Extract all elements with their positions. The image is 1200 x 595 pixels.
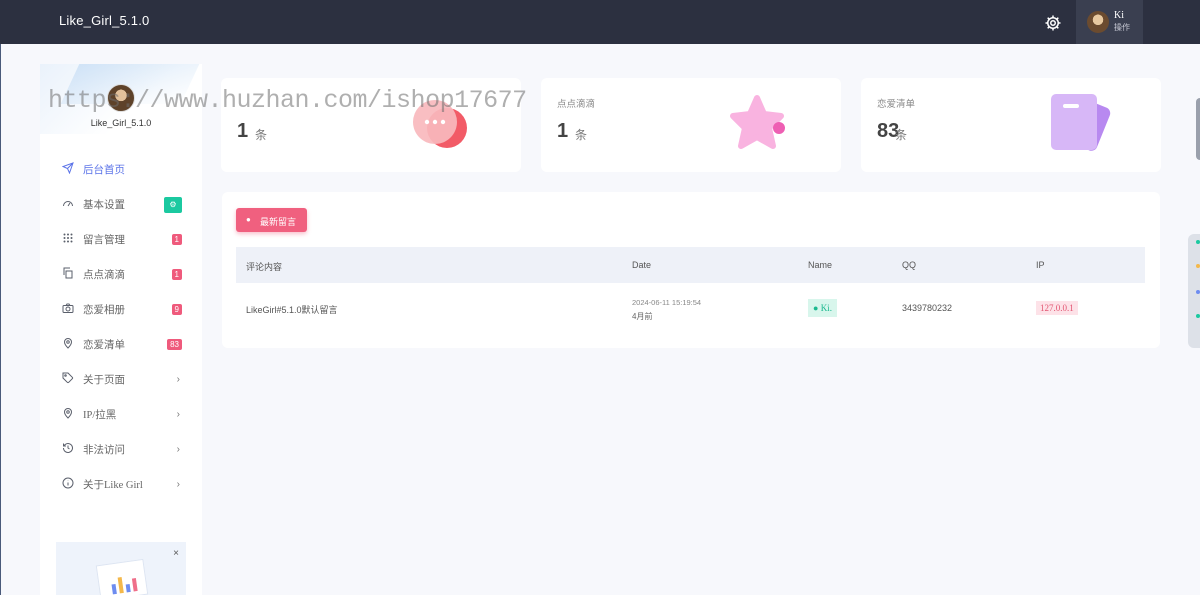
camera-icon — [62, 303, 74, 313]
grid-icon — [63, 233, 73, 243]
sidebar-menu: 后台首页 基本设置 ⚙ 留言管理 1 点点滴滴 1 恋爱相册 9 恋爱清单 83 — [40, 152, 202, 502]
stat-card-love-list[interactable]: 恋爱清单 83 条 — [861, 78, 1161, 172]
count-badge: 1 — [171, 269, 182, 280]
message-qq: 3439780232 — [902, 303, 953, 313]
column-header-ip: IP — [1036, 260, 1045, 270]
button-label: 最新留言 — [260, 217, 297, 227]
latest-messages-button[interactable]: ● 最新留言 — [236, 208, 307, 232]
side-drawer-tab[interactable] — [1196, 98, 1200, 160]
author-name: Ki. — [820, 303, 832, 313]
column-header-name: Name — [808, 260, 833, 270]
user-name: Ki — [1114, 10, 1124, 21]
side-toolbar[interactable] — [1188, 234, 1200, 348]
stat-unit: 条 — [255, 128, 268, 142]
sidebar-item-label: 非法访问 — [83, 445, 125, 456]
gear-icon[interactable] — [1044, 14, 1062, 32]
stat-label: 点点滴滴 — [557, 100, 596, 110]
chart-illustration-icon — [95, 558, 149, 595]
sidebar-item-label: 点点滴滴 — [83, 270, 125, 281]
chevron-right-icon: › — [176, 374, 180, 385]
message-author-tag[interactable]: ● Ki. — [808, 299, 837, 317]
sidebar-item-label: 恋爱相册 — [83, 305, 125, 316]
message-ip-tag: 127.0.0.1 — [1036, 301, 1078, 315]
message-relative-time: 4月前 — [632, 312, 653, 321]
message-date: 2024-06-11 15:19:54 — [632, 298, 702, 307]
user-role: 操作 — [1114, 23, 1130, 32]
sidebar-item-love-list[interactable]: 恋爱清单 83 — [40, 327, 202, 362]
copy-icon — [63, 267, 73, 279]
stat-value: 1 — [237, 120, 249, 142]
sidebar-item-label: 基本设置 — [83, 200, 125, 211]
chevron-right-icon: › — [176, 444, 180, 455]
chevron-right-icon: › — [176, 479, 180, 490]
user-menu[interactable]: Ki 操作 — [1076, 0, 1143, 44]
stat-unit: 条 — [895, 128, 908, 142]
sidebar-item-about-like-girl[interactable]: 关于Like Girl › — [40, 467, 202, 502]
message-content: LikeGirl#5.1.0默认留言 — [246, 305, 338, 315]
sidebar-item-messages[interactable]: 留言管理 1 — [40, 222, 202, 257]
stat-unit: 条 — [575, 128, 588, 142]
settings-badge: ⚙ — [164, 196, 182, 213]
table-row[interactable]: LikeGirl#5.1.0默认留言 2024-06-11 15:19:54 4… — [236, 283, 1145, 335]
sidebar-item-basic-settings[interactable]: 基本设置 ⚙ — [40, 187, 202, 222]
latest-messages-panel: ● 最新留言 评论内容 Date Name QQ IP LikeGirl#5.1… — [222, 192, 1160, 348]
sidebar-item-album[interactable]: 恋爱相册 9 — [40, 292, 202, 327]
frame-border — [0, 44, 1, 595]
sidebar-item-label: 恋爱清单 — [83, 340, 125, 351]
sidebar-item-dashboard[interactable]: 后台首页 — [40, 152, 202, 187]
sidebar-item-ip-block[interactable]: IP/拉黑 › — [40, 397, 202, 432]
sidebar: Like_Girl_5.1.0 后台首页 基本设置 ⚙ 留言管理 1 点点滴滴 … — [40, 64, 202, 595]
send-icon — [62, 162, 74, 174]
tag-icon — [62, 372, 74, 384]
table-header: 评论内容 Date Name QQ IP — [236, 247, 1145, 283]
stat-label: 恋爱清单 — [877, 100, 916, 110]
star-icon — [730, 95, 785, 149]
count-badge: 83 — [167, 339, 182, 350]
close-icon[interactable]: × — [173, 548, 179, 559]
sidebar-item-illegal-access[interactable]: 非法访问 › — [40, 432, 202, 467]
info-icon — [62, 477, 74, 489]
avatar — [1087, 11, 1109, 33]
sidebar-site-name: Like_Girl_5.1.0 — [90, 118, 152, 128]
history-icon — [63, 443, 73, 453]
stat-card-moments[interactable]: 点点滴滴 1 条 — [541, 78, 841, 172]
sidebar-item-label: 关于页面 — [83, 375, 125, 386]
location-pin-icon — [63, 338, 73, 349]
watermark: https://www.huzhan.com/ishop17677 — [48, 86, 527, 115]
column-header-qq: QQ — [902, 260, 917, 270]
chevron-right-icon: › — [176, 409, 180, 420]
column-header-date: Date — [632, 260, 652, 270]
app-title[interactable]: Like_Girl_5.1.0 — [59, 13, 149, 28]
sidebar-item-label: 留言管理 — [83, 235, 125, 246]
sidebar-item-label: 关于Like Girl — [83, 480, 143, 491]
sidebar-item-about-page[interactable]: 关于页面 › — [40, 362, 202, 397]
sidebar-item-label: 后台首页 — [83, 165, 125, 176]
location-pin-icon — [63, 408, 73, 419]
stat-value: 1 — [557, 120, 569, 142]
sidebar-item-label: IP/拉黑 — [83, 410, 117, 421]
promo-card: × — [56, 542, 186, 595]
ticket-icon — [1051, 94, 1111, 151]
gauge-icon — [63, 201, 73, 207]
sidebar-item-moments[interactable]: 点点滴滴 1 — [40, 257, 202, 292]
count-badge: 9 — [171, 304, 182, 315]
top-navbar: Like_Girl_5.1.0 Ki 操作 — [0, 0, 1200, 44]
user-circle-icon: ● — [813, 303, 819, 313]
basket-icon: ● — [246, 215, 251, 224]
column-header-content: 评论内容 — [246, 262, 283, 272]
count-badge: 1 — [171, 234, 182, 245]
